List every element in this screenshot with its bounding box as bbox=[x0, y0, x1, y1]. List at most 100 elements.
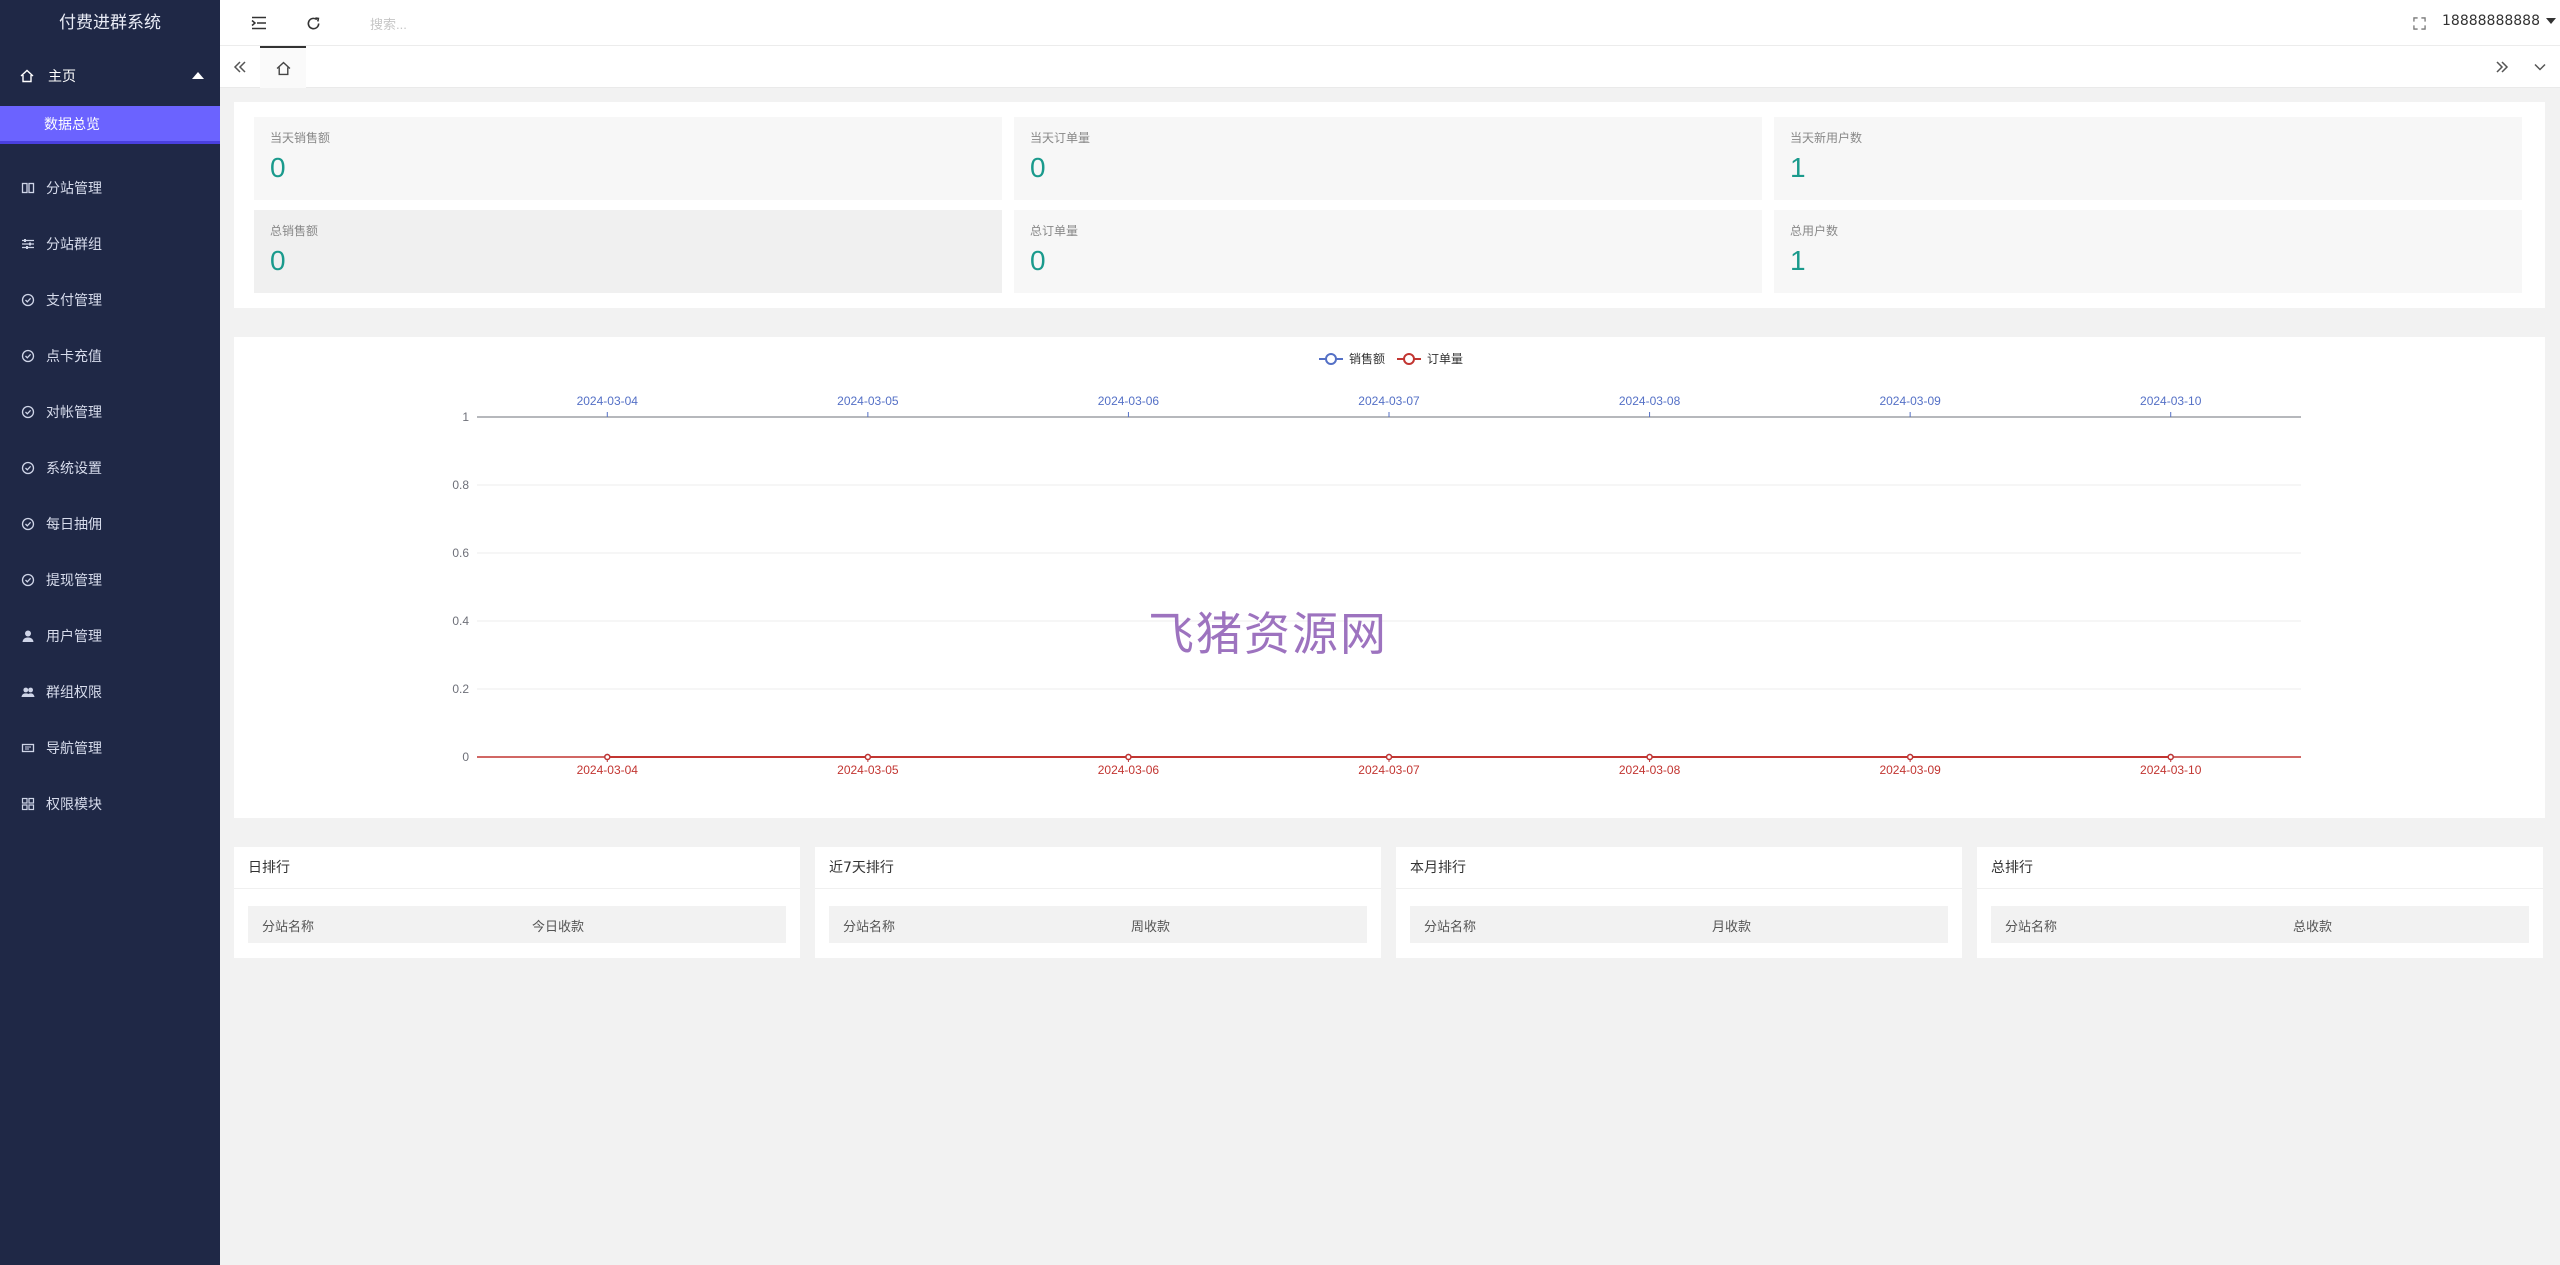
users-icon bbox=[20, 684, 36, 700]
nav-icon bbox=[20, 740, 36, 756]
ranking-title: 总排行 bbox=[1977, 847, 2543, 889]
stat-value: 0 bbox=[270, 245, 286, 276]
sidebar-item-3[interactable]: 点卡充值 bbox=[0, 328, 220, 384]
data-point bbox=[1385, 753, 1393, 761]
sidebar-item-0[interactable]: 分站管理 bbox=[0, 160, 220, 216]
stat-card-total-orders: 总订单量 0 bbox=[1014, 210, 1762, 293]
sidebar-item-label: 每日抽佣 bbox=[46, 517, 102, 533]
home-icon bbox=[20, 69, 38, 83]
double-chevron-right-icon bbox=[2496, 61, 2509, 73]
caret-down-icon bbox=[2546, 18, 2556, 24]
double-chevron-left-icon bbox=[233, 61, 246, 73]
x-tick-label-top: 2024-03-09 bbox=[1879, 394, 1941, 408]
column-header-amount: 月收款 bbox=[1712, 920, 1752, 935]
shield-check-icon bbox=[20, 516, 36, 532]
data-point bbox=[864, 753, 872, 761]
tabs-scroll-left-button[interactable] bbox=[228, 55, 252, 79]
sidebar-item-label: 点卡充值 bbox=[46, 349, 102, 365]
sidebar-item-label: 用户管理 bbox=[46, 629, 102, 645]
ranking-table-header: 分站名称 今日收款 bbox=[248, 906, 786, 943]
stat-label: 总用户数 bbox=[1790, 224, 1839, 238]
sidebar-item-11[interactable]: 权限模块 bbox=[0, 776, 220, 832]
ranking-title: 近7天排行 bbox=[815, 847, 1381, 889]
stat-label: 总订单量 bbox=[1030, 224, 1079, 238]
stat-label: 总销售额 bbox=[270, 224, 319, 238]
chevron-down-icon bbox=[2534, 63, 2546, 71]
sidebar-item-7[interactable]: 提现管理 bbox=[0, 552, 220, 608]
sidebar-item-8[interactable]: 用户管理 bbox=[0, 608, 220, 664]
user-menu[interactable]: 18888888888 bbox=[2442, 13, 2556, 29]
x-tick-label-top: 2024-03-08 bbox=[1619, 394, 1681, 408]
data-point bbox=[604, 753, 611, 761]
sidebar-item-2[interactable]: 支付管理 bbox=[0, 272, 220, 328]
search-input[interactable] bbox=[370, 12, 670, 36]
legend-label: 订单量 bbox=[1427, 352, 1463, 366]
sidebar: 付费进群系统 主页 数据总览 分站管理分站群组支付管理点卡充值对帐管理系统设置每… bbox=[0, 0, 220, 1265]
stat-label: 当天销售额 bbox=[270, 131, 331, 145]
y-tick-label: 0 bbox=[462, 750, 469, 764]
ranking-table-header: 分站名称 月收款 bbox=[1410, 906, 1948, 943]
y-tick-label: 0.4 bbox=[452, 614, 469, 628]
column-header-station: 分站名称 bbox=[262, 920, 315, 935]
sidebar-item-4[interactable]: 对帐管理 bbox=[0, 384, 220, 440]
columns-icon bbox=[20, 180, 36, 196]
user-phone: 18888888888 bbox=[2442, 13, 2540, 29]
ranking-table-header: 分站名称 总收款 bbox=[1991, 906, 2529, 943]
sidebar-item-9[interactable]: 群组权限 bbox=[0, 664, 220, 720]
sidebar-item-label: 权限模块 bbox=[46, 797, 102, 813]
stats-panel: 当天销售额 0 当天订单量 0 当天新用户数 1 总销售额 0 总订单量 0 总… bbox=[234, 102, 2545, 308]
sidebar-item-label: 群组权限 bbox=[46, 685, 102, 701]
x-tick-label-top: 2024-03-04 bbox=[577, 394, 639, 408]
tabs-bar bbox=[220, 46, 2560, 88]
sidebar-item-10[interactable]: 导航管理 bbox=[0, 720, 220, 776]
ranking-table-header: 分站名称 周收款 bbox=[829, 906, 1367, 943]
data-point bbox=[1906, 753, 1914, 761]
refresh-icon bbox=[307, 16, 319, 29]
x-tick-label-bottom: 2024-03-09 bbox=[1879, 763, 1941, 777]
sidebar-item-label: 提现管理 bbox=[46, 573, 102, 589]
stat-label: 当天订单量 bbox=[1030, 131, 1091, 145]
sidebar-item-label: 分站管理 bbox=[46, 181, 102, 197]
stat-value: 0 bbox=[270, 152, 286, 183]
tabs-dropdown-button[interactable] bbox=[2528, 55, 2552, 79]
watermark-text: 飞猪资源网 bbox=[1148, 607, 1388, 661]
menu-fold-icon bbox=[251, 16, 266, 30]
tab-home[interactable] bbox=[260, 46, 306, 88]
sidebar-item-label: 支付管理 bbox=[46, 293, 102, 309]
stat-card-today-new-users: 当天新用户数 1 bbox=[1774, 117, 2522, 200]
column-header-station: 分站名称 bbox=[1424, 920, 1477, 935]
fullscreen-button[interactable] bbox=[2408, 12, 2430, 34]
x-tick-label-top: 2024-03-05 bbox=[837, 394, 899, 408]
y-tick-label: 0.8 bbox=[452, 478, 469, 492]
column-header-station: 分站名称 bbox=[843, 920, 896, 935]
shield-check-icon bbox=[20, 348, 36, 364]
chevron-up-icon bbox=[192, 72, 204, 79]
x-tick-label-top: 2024-03-10 bbox=[2140, 394, 2202, 408]
x-tick-label-top: 2024-03-06 bbox=[1098, 394, 1160, 408]
column-header-amount: 总收款 bbox=[2293, 920, 2333, 935]
x-tick-label-top: 2024-03-07 bbox=[1358, 394, 1420, 408]
app-title: 付费进群系统 bbox=[59, 13, 161, 33]
sidebar-item-label: 系统设置 bbox=[46, 461, 102, 477]
column-header-station: 分站名称 bbox=[2005, 920, 2058, 935]
stat-value: 0 bbox=[1030, 245, 1046, 276]
sidebar-item-6[interactable]: 每日抽佣 bbox=[0, 496, 220, 552]
sidebar-item-label: 分站群组 bbox=[46, 237, 102, 253]
tabs-scroll-right-button[interactable] bbox=[2490, 55, 2514, 79]
sidebar-subitem-overview[interactable]: 数据总览 bbox=[0, 106, 220, 144]
stat-card-today-orders: 当天订单量 0 bbox=[1014, 117, 1762, 200]
menu-toggle-button[interactable] bbox=[248, 12, 270, 34]
user-icon bbox=[20, 628, 36, 644]
x-tick-label-bottom: 2024-03-04 bbox=[577, 763, 639, 777]
x-tick-label-bottom: 2024-03-05 bbox=[837, 763, 899, 777]
ranking-panel-7days: 近7天排行 分站名称 周收款 bbox=[815, 847, 1381, 958]
shield-check-icon bbox=[20, 292, 36, 308]
legend-label: 销售额 bbox=[1349, 351, 1385, 366]
data-point bbox=[2167, 753, 2174, 761]
y-tick-label: 1 bbox=[462, 410, 469, 424]
refresh-button[interactable] bbox=[302, 12, 324, 34]
sidebar-item-home[interactable]: 主页 bbox=[0, 46, 220, 106]
sidebar-item-label: 主页 bbox=[48, 69, 76, 85]
sidebar-item-1[interactable]: 分站群组 bbox=[0, 216, 220, 272]
sidebar-item-5[interactable]: 系统设置 bbox=[0, 440, 220, 496]
